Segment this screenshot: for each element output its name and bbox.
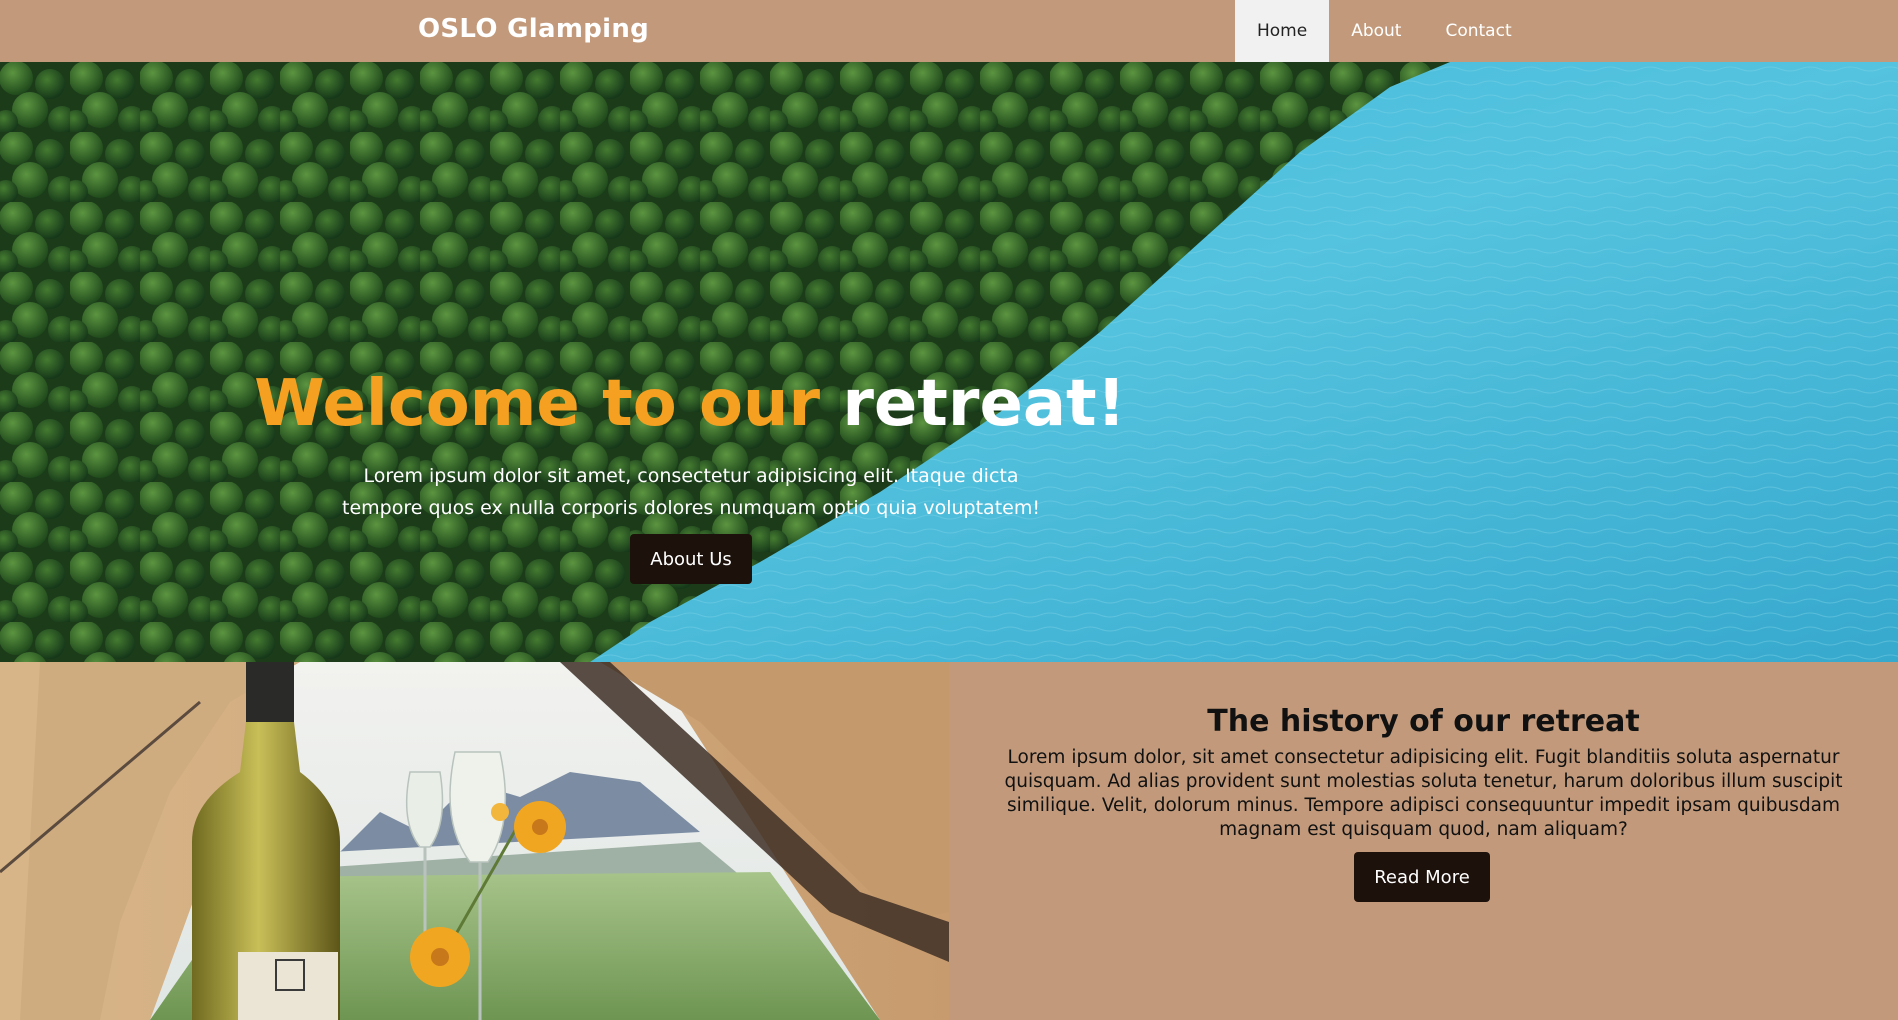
read-more-button[interactable]: Read More <box>1354 852 1490 902</box>
hero-background-image <box>0 62 1898 662</box>
brand-logo[interactable]: OSLO Glamping <box>418 14 649 44</box>
hero-title-accent: Welcome to our <box>254 367 821 441</box>
history-section: The history of our retreat Lorem ipsum d… <box>949 662 1898 1020</box>
tent-wine-photo <box>0 662 949 1020</box>
nav-about[interactable]: About <box>1329 0 1423 62</box>
history-title: The history of our retreat <box>1207 704 1640 739</box>
hero-section: Welcome to our retreat! Lorem ipsum dolo… <box>0 62 1898 662</box>
about-us-button[interactable]: About Us <box>630 534 752 584</box>
main-nav: Home About Contact <box>1235 0 1534 62</box>
nav-home[interactable]: Home <box>1235 0 1330 62</box>
tent-wine-image <box>0 662 949 1020</box>
hero-subtitle: Lorem ipsum dolor sit amet, consectetur … <box>342 465 1040 519</box>
site-header: OSLO Glamping Home About Contact <box>0 0 1898 62</box>
nav-contact[interactable]: Contact <box>1423 0 1533 62</box>
hero-title: Welcome to our retreat! <box>0 372 1380 436</box>
history-text: Lorem ipsum dolor, sit amet consectetur … <box>1004 747 1843 840</box>
hero-title-rest: retreat! <box>842 367 1126 441</box>
